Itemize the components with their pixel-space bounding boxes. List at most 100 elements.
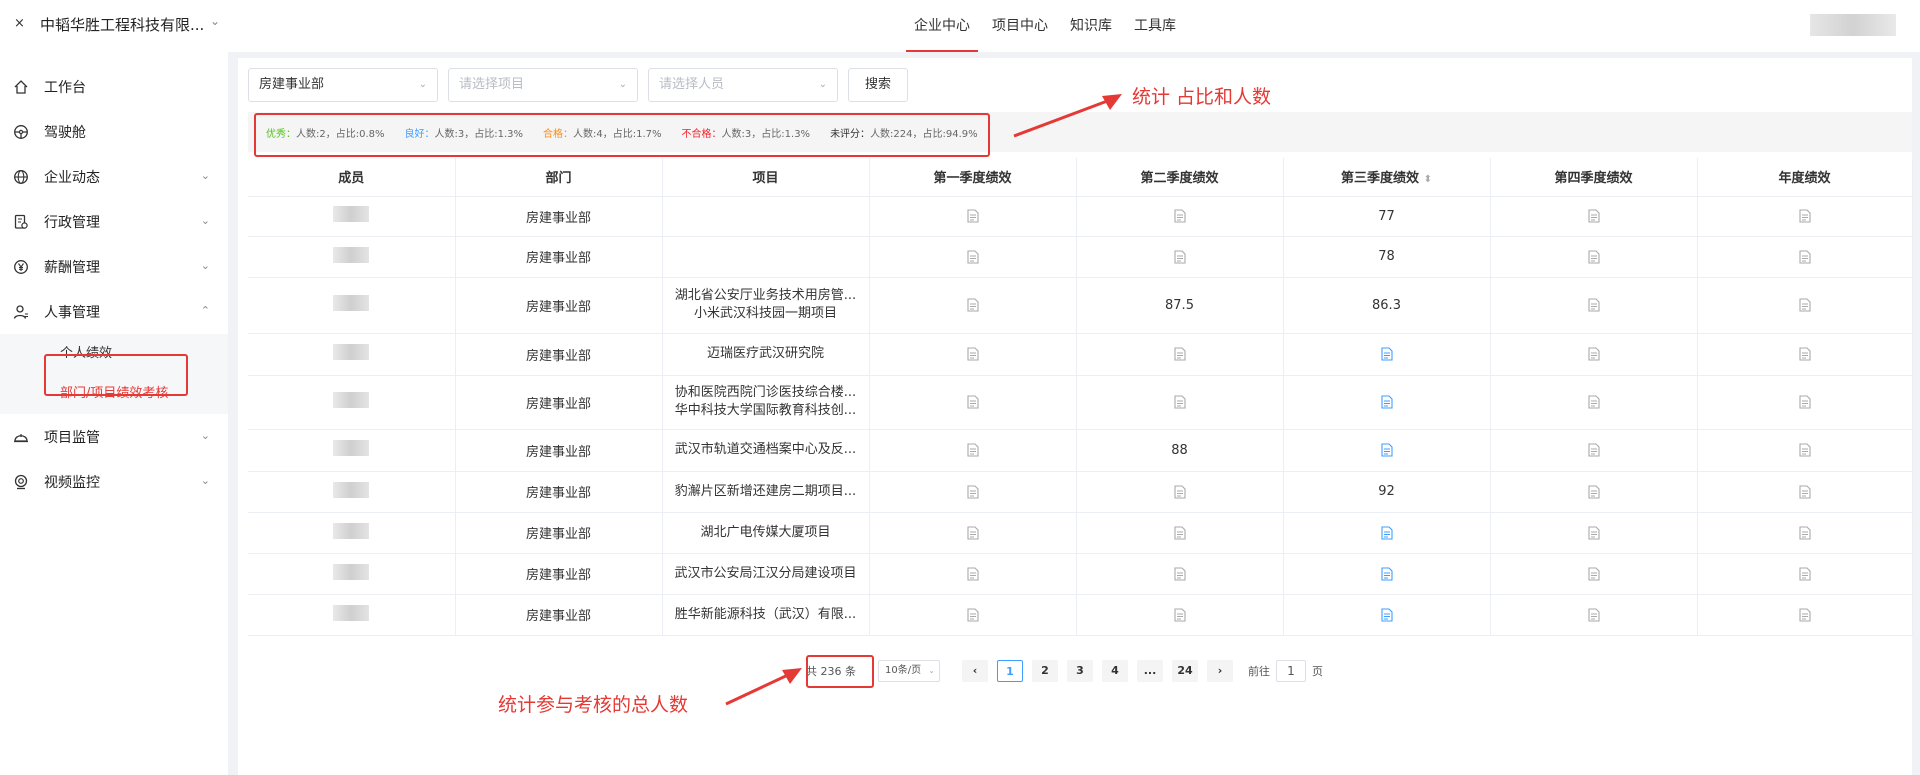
document-icon[interactable] (1587, 395, 1600, 410)
document-icon[interactable] (966, 298, 979, 313)
cell-q1[interactable] (869, 553, 1077, 595)
page-button-2[interactable]: 2 (1032, 660, 1058, 682)
cell-q3[interactable]: 77 (1283, 196, 1491, 237)
cell-annual[interactable] (1697, 236, 1913, 278)
prev-page-button[interactable]: ‹ (962, 660, 988, 682)
cell-q4[interactable] (1490, 553, 1698, 595)
goto-page-input[interactable]: 1 (1276, 660, 1306, 682)
document-icon[interactable] (1173, 347, 1186, 362)
cell-q3[interactable]: 92 (1283, 471, 1491, 513)
cell-q1[interactable] (869, 375, 1077, 430)
document-icon[interactable] (966, 607, 979, 622)
user-avatar[interactable] (1810, 14, 1896, 36)
document-icon[interactable] (1173, 209, 1186, 224)
document-icon[interactable] (1587, 249, 1600, 264)
document-icon[interactable] (1587, 566, 1600, 581)
cell-q2[interactable]: 87.5 (1076, 277, 1284, 334)
cell-annual[interactable] (1697, 333, 1913, 376)
sidebar-item-salary[interactable]: 薪酬管理 ⌄ (0, 244, 228, 289)
cell-annual[interactable] (1697, 594, 1913, 636)
cell-q1[interactable] (869, 429, 1077, 472)
page-size-select[interactable]: 10条/页 ⌄ (878, 660, 940, 682)
document-icon[interactable] (966, 443, 979, 458)
document-icon[interactable] (1173, 566, 1186, 581)
cell-q1[interactable] (869, 333, 1077, 376)
document-icon[interactable] (1587, 607, 1600, 622)
document-icon[interactable] (1798, 347, 1811, 362)
document-icon[interactable] (1173, 249, 1186, 264)
cell-q2[interactable] (1076, 196, 1284, 237)
document-icon[interactable] (1173, 395, 1186, 410)
cell-annual[interactable] (1697, 471, 1913, 513)
document-icon[interactable] (1587, 298, 1600, 313)
cell-annual[interactable] (1697, 429, 1913, 472)
page-button-4[interactable]: 4 (1102, 660, 1128, 682)
department-select[interactable]: 房建事业部 ⌄ (248, 68, 438, 102)
cell-q3[interactable] (1283, 553, 1491, 595)
document-icon[interactable] (1798, 525, 1811, 540)
document-icon[interactable] (1587, 484, 1600, 499)
cell-q1[interactable] (869, 512, 1077, 554)
person-select[interactable]: 请选择人员 ⌄ (648, 68, 838, 102)
document-icon[interactable] (966, 347, 979, 362)
company-name[interactable]: 中韬华胜工程科技有限... (40, 14, 204, 35)
document-icon[interactable] (966, 525, 979, 540)
sort-icon[interactable]: ⬍ (1424, 174, 1432, 185)
document-icon[interactable] (1380, 607, 1393, 622)
close-icon[interactable]: × (14, 16, 25, 31)
cell-q1[interactable] (869, 196, 1077, 237)
cell-q4[interactable] (1490, 196, 1698, 237)
sidebar-item-hr[interactable]: 人事管理 ⌃ (0, 289, 228, 334)
document-icon[interactable] (966, 566, 979, 581)
cell-q2[interactable] (1076, 471, 1284, 513)
sidebar-item-project-supervision[interactable]: 项目监管 ⌄ (0, 414, 228, 459)
project-select[interactable]: 请选择项目 ⌄ (448, 68, 638, 102)
cell-q1[interactable] (869, 594, 1077, 636)
cell-q3[interactable] (1283, 594, 1491, 636)
document-icon[interactable] (1380, 566, 1393, 581)
cell-q1[interactable] (869, 277, 1077, 334)
document-icon[interactable] (1380, 443, 1393, 458)
document-icon[interactable] (1798, 298, 1811, 313)
document-icon[interactable] (1380, 395, 1393, 410)
cell-q4[interactable] (1490, 429, 1698, 472)
sidebar-item-enterprise-news[interactable]: 企业动态 ⌄ (0, 154, 228, 199)
document-icon[interactable] (966, 249, 979, 264)
page-button-3[interactable]: 3 (1067, 660, 1093, 682)
document-icon[interactable] (966, 484, 979, 499)
search-button[interactable]: 搜索 (848, 68, 908, 102)
document-icon[interactable] (1587, 443, 1600, 458)
document-icon[interactable] (1380, 347, 1393, 362)
document-icon[interactable] (1798, 395, 1811, 410)
cell-q4[interactable] (1490, 471, 1698, 513)
cell-annual[interactable] (1697, 553, 1913, 595)
cell-q3[interactable]: 86.3 (1283, 277, 1491, 334)
cell-q4[interactable] (1490, 594, 1698, 636)
document-icon[interactable] (1380, 525, 1393, 540)
nav-enterprise-center[interactable]: 企业中心 (906, 0, 978, 52)
document-icon[interactable] (1587, 347, 1600, 362)
document-icon[interactable] (1587, 525, 1600, 540)
cell-q1[interactable] (869, 236, 1077, 278)
page-button-1[interactable]: 1 (997, 660, 1023, 682)
sidebar-item-video-monitor[interactable]: 视频监控 ⌄ (0, 459, 228, 504)
chevron-down-icon[interactable]: ⌄ (210, 14, 220, 28)
cell-q2[interactable] (1076, 512, 1284, 554)
nav-knowledge-base[interactable]: 知识库 (1062, 0, 1120, 52)
cell-annual[interactable] (1697, 512, 1913, 554)
cell-annual[interactable] (1697, 277, 1913, 334)
cell-q2[interactable] (1076, 375, 1284, 430)
col-q3[interactable]: 第三季度绩效 ⬍ (1283, 158, 1491, 197)
cell-q4[interactable] (1490, 333, 1698, 376)
cell-q2[interactable] (1076, 553, 1284, 595)
sidebar-item-admin[interactable]: 行政管理 ⌄ (0, 199, 228, 244)
nav-tool-library[interactable]: 工具库 (1126, 0, 1184, 52)
document-icon[interactable] (1798, 566, 1811, 581)
sidebar-item-cockpit[interactable]: 驾驶舱 (0, 109, 228, 154)
document-icon[interactable] (1173, 525, 1186, 540)
cell-q4[interactable] (1490, 277, 1698, 334)
nav-project-center[interactable]: 项目中心 (984, 0, 1056, 52)
cell-q3[interactable] (1283, 375, 1491, 430)
document-icon[interactable] (1798, 607, 1811, 622)
cell-q2[interactable] (1076, 236, 1284, 278)
